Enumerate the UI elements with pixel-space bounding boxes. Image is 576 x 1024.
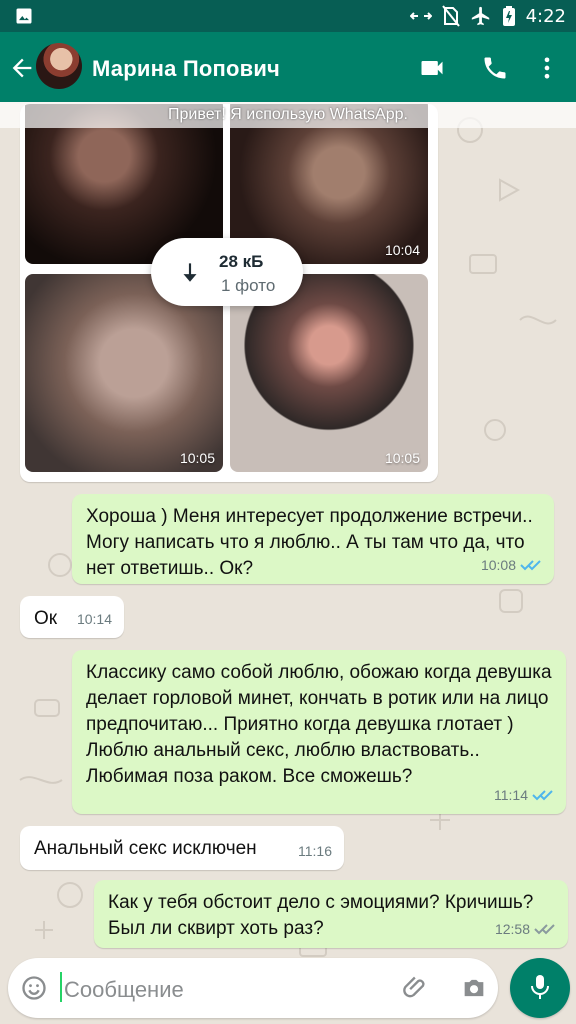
avatar[interactable] [36,43,82,89]
photo-time: 10:05 [179,450,215,466]
message-meta: 10:08 [481,552,542,578]
camera-icon[interactable] [460,974,488,1002]
intro-banner: Привет! Я использую WhatsApp. [0,102,576,128]
airplane-mode-icon [471,6,489,26]
message-input[interactable]: Сообщение [64,977,184,1003]
attach-icon[interactable] [402,974,430,1002]
message-meta: 10:14 [77,606,112,632]
clock: 4:22 [525,5,566,27]
message-text: Как у тебя обстоит дело с эмоциями? Крич… [108,892,534,939]
message-time: 11:16 [298,843,332,859]
battery-charging-icon [502,6,515,26]
double-check-read-icon [532,790,553,801]
message-bubble-incoming[interactable]: Анальный секс исключен 11:16 [20,826,344,870]
message-text: Хороша ) Меня интересует продолжение вст… [86,506,533,579]
contact-name[interactable]: Марина Попович [92,56,280,82]
message-bubble-outgoing[interactable]: Как у тебя обстоит дело с эмоциями? Крич… [94,880,568,948]
intro-banner-text: Привет! Я использую WhatsApp. [168,106,408,123]
overflow-menu-icon[interactable] [533,54,561,82]
video-call-icon[interactable] [418,54,446,82]
double-check-read-icon [520,560,541,571]
message-text: Классику само собой люблю, обожаю когда … [86,662,552,787]
microphone-icon [531,975,549,999]
message-bubble-incoming[interactable]: Ок 10:14 [20,596,124,638]
message-composer[interactable]: Сообщение [8,958,498,1018]
text-cursor [60,972,62,1002]
message-time: 10:14 [76,611,112,627]
message-meta: 11:16 [298,838,332,864]
back-arrow-icon[interactable] [8,54,36,82]
message-text: Анальный секс исключен [34,838,257,859]
gallery-icon [16,8,32,24]
chat-header: Марина Попович [0,32,576,102]
message-meta: 11:14 [494,782,554,808]
status-bar: 4:22 [0,0,576,32]
microphone-button[interactable] [510,958,570,1018]
message-time: 10:08 [480,557,516,573]
download-button[interactable]: 28 кБ 1 фото [151,238,303,306]
data-sync-icon [409,12,432,20]
double-check-delivered-icon [534,924,555,935]
message-meta: 12:58 [495,916,556,942]
message-bubble-outgoing[interactable]: Классику само собой люблю, обожаю когда … [72,650,566,814]
message-time: 11:14 [494,787,528,803]
photo-time: 10:04 [384,242,420,258]
download-icon [183,263,197,282]
photo-time: 10:05 [384,450,420,466]
download-count: 1 фото [221,276,276,295]
phone-call-icon[interactable] [481,54,509,82]
no-sim-icon [441,5,460,27]
download-size: 28 кБ [219,252,264,271]
message-bubble-outgoing[interactable]: Хороша ) Меня интересует продолжение вст… [72,494,554,584]
emoji-icon[interactable] [20,974,48,1002]
message-time: 12:58 [494,921,530,937]
